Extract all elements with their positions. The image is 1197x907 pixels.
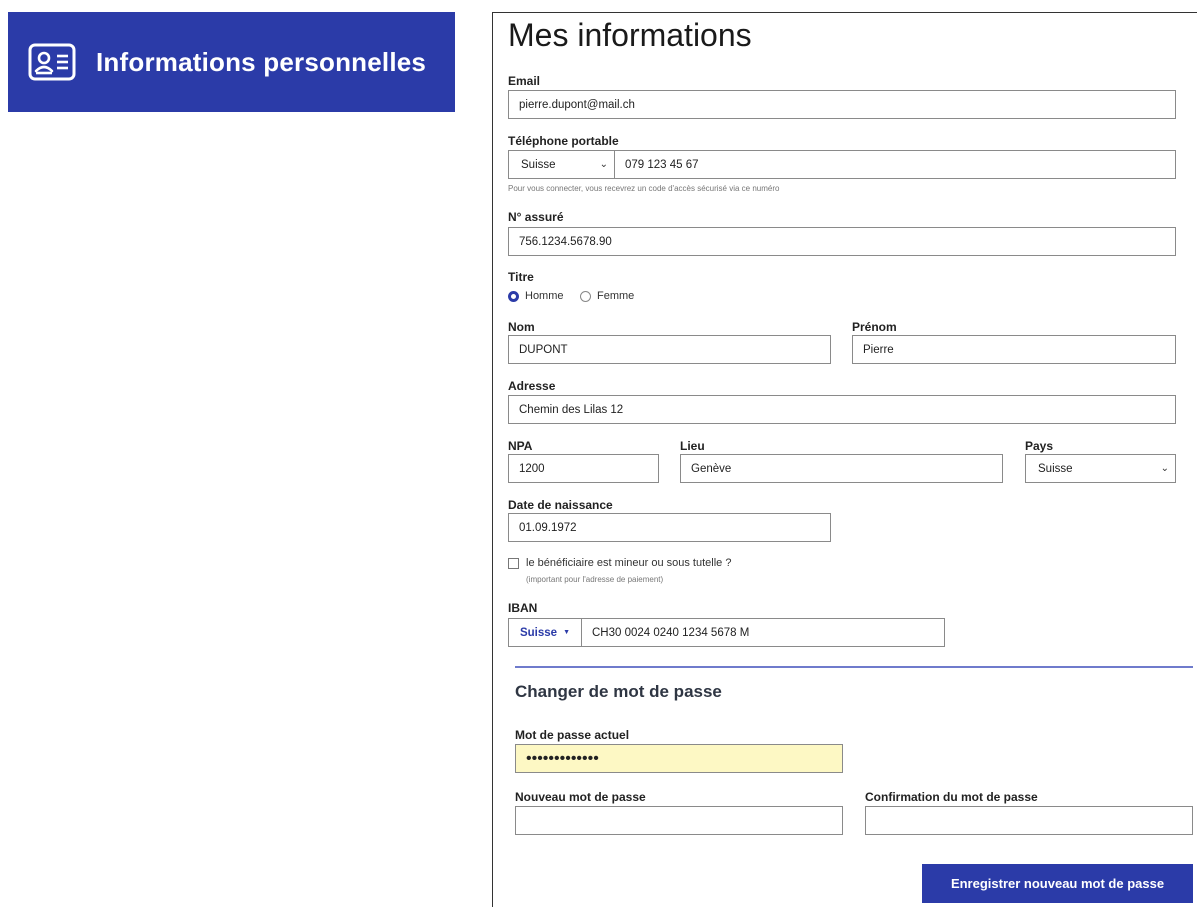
iban-country-value: Suisse bbox=[519, 626, 558, 639]
banner-title: Informations personnelles bbox=[96, 46, 427, 77]
caret-down-icon: ▼ bbox=[563, 629, 570, 636]
minor-label: le bénéficiaire est mineur ou sous tutel… bbox=[526, 557, 732, 569]
section-divider bbox=[515, 666, 1193, 668]
minor-note: (important pour l'adresse de paiement) bbox=[526, 575, 664, 584]
firstname-label: Prénom bbox=[852, 320, 897, 334]
radio-checked-icon bbox=[508, 290, 519, 302]
firstname-field[interactable]: Pierre bbox=[852, 335, 1176, 364]
radio-femme[interactable]: Femme bbox=[580, 290, 634, 302]
phone-hint: Pour vous connecter, vous recevrez un co… bbox=[508, 184, 780, 193]
section-banner[interactable]: Informations personnelles bbox=[8, 12, 455, 112]
birthdate-label: Date de naissance bbox=[508, 498, 613, 512]
country-value: Suisse bbox=[1038, 462, 1073, 475]
npa-label: NPA bbox=[508, 439, 533, 453]
phone-label: Téléphone portable bbox=[508, 134, 619, 148]
address-field[interactable]: Chemin des Lilas 12 bbox=[508, 395, 1176, 424]
lastname-label: Nom bbox=[508, 320, 535, 334]
confirm-password-label: Confirmation du mot de passe bbox=[865, 790, 1038, 804]
email-field[interactable]: pierre.dupont@mail.ch bbox=[508, 90, 1176, 119]
minor-checkbox[interactable] bbox=[508, 558, 519, 569]
personal-info-panel: Mes informations Email pierre.dupont@mai… bbox=[492, 12, 1197, 907]
radio-unchecked-icon bbox=[580, 290, 591, 302]
city-field[interactable]: Genève bbox=[680, 454, 1003, 483]
radio-homme[interactable]: Homme bbox=[508, 290, 564, 302]
email-label: Email bbox=[508, 74, 541, 88]
chevron-down-icon: ⌄ bbox=[1160, 463, 1169, 474]
iban-country-select[interactable]: Suisse ▼ bbox=[508, 618, 582, 647]
birthdate-field[interactable]: 01.09.1972 bbox=[508, 513, 831, 542]
country-label: Pays bbox=[1025, 439, 1054, 453]
current-password-field[interactable]: ••••••••••••• bbox=[515, 744, 843, 773]
insured-number-field[interactable]: 756.1234.5678.90 bbox=[508, 227, 1176, 256]
chevron-down-icon: ⌄ bbox=[599, 159, 608, 170]
radio-femme-label: Femme bbox=[597, 290, 635, 302]
npa-field[interactable]: 1200 bbox=[508, 454, 659, 483]
iban-field[interactable]: CH30 0024 0240 1234 5678 M bbox=[581, 618, 945, 647]
current-password-label: Mot de passe actuel bbox=[515, 728, 630, 742]
lastname-field[interactable]: DUPONT bbox=[508, 335, 831, 364]
country-select[interactable]: Suisse ⌄ bbox=[1025, 454, 1176, 483]
new-password-label: Nouveau mot de passe bbox=[515, 790, 646, 804]
city-label: Lieu bbox=[680, 439, 705, 453]
id-card-icon bbox=[28, 43, 76, 81]
phone-field[interactable]: 079 123 45 67 bbox=[614, 150, 1176, 179]
iban-label: IBAN bbox=[508, 601, 538, 615]
new-password-field[interactable] bbox=[515, 806, 843, 835]
address-label: Adresse bbox=[508, 379, 556, 393]
phone-country-value: Suisse bbox=[521, 158, 556, 171]
page-title: Mes informations bbox=[508, 17, 752, 53]
phone-country-select[interactable]: Suisse ⌄ bbox=[508, 150, 615, 179]
radio-homme-label: Homme bbox=[525, 290, 564, 302]
title-label: Titre bbox=[508, 270, 534, 284]
insured-label: N° assuré bbox=[508, 210, 564, 224]
confirm-password-field[interactable] bbox=[865, 806, 1193, 835]
password-section-title: Changer de mot de passe bbox=[515, 682, 722, 701]
save-password-button[interactable]: Enregistrer nouveau mot de passe bbox=[922, 864, 1193, 903]
